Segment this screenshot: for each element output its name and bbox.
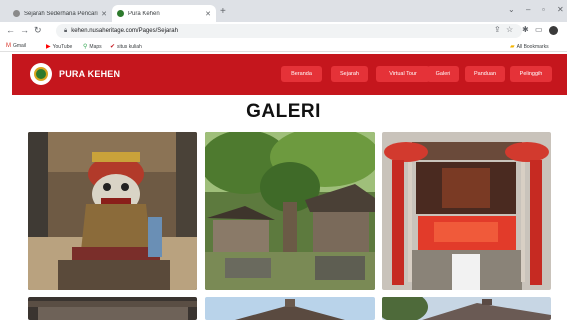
lock-icon: 🔒︎: [64, 27, 68, 34]
bookmarks-bar: M Gmail ▶ YouTube ⚲ Maps ✔ situs kuliah …: [0, 40, 567, 52]
tab-close-icon[interactable]: ✕: [205, 10, 211, 18]
address-bar[interactable]: 🔒︎ kehen.nusaheritage.com/Pages/Sejarah: [56, 24, 522, 38]
bookmark-situs-kuliah[interactable]: ✔ situs kuliah: [110, 43, 142, 51]
bookmark-maps[interactable]: ⚲ Maps: [83, 43, 102, 51]
address-url: kehen.nusaheritage.com/Pages/Sejarah: [71, 28, 178, 34]
tab-close-icon[interactable]: ✕: [101, 10, 107, 18]
new-tab-icon[interactable]: +: [220, 6, 226, 17]
all-bookmarks[interactable]: ▰ All Bookmarks: [510, 43, 549, 51]
maximize-icon[interactable]: ▫: [542, 5, 545, 14]
gallery-photo-temple-building[interactable]: [28, 297, 197, 320]
bookmark-youtube[interactable]: ▶ YouTube: [46, 43, 73, 51]
reload-icon[interactable]: ↻: [34, 25, 42, 36]
page-title: GALERI: [246, 101, 321, 122]
tab-favicon-icon: [13, 10, 20, 17]
checkmark-icon: ✔: [110, 44, 116, 50]
all-bookmarks-label: All Bookmarks: [516, 43, 549, 50]
bookmark-label: Maps: [89, 43, 102, 50]
nav-beranda[interactable]: Beranda: [281, 66, 322, 82]
profile-avatar[interactable]: [549, 26, 558, 35]
nav-virtual-tour[interactable]: Virtual Tour: [376, 66, 430, 82]
tab-search-icon[interactable]: ⌄: [508, 5, 515, 14]
tab-title: Pura Kehen: [128, 10, 160, 17]
bookmark-gmail[interactable]: M Gmail: [6, 43, 26, 49]
bookmark-label: YouTube: [52, 43, 73, 50]
bookmark-label: situs kuliah: [117, 43, 142, 50]
gallery-photo-barong-statue[interactable]: [28, 132, 197, 290]
bookmark-star-icon[interactable]: ☆: [506, 25, 513, 34]
gallery-photo-tiled-roof[interactable]: [382, 297, 551, 320]
browser-toolbar: ← → ↻ 🔒︎ kehen.nusaheritage.com/Pages/Se…: [0, 22, 567, 40]
nav-galeri[interactable]: Galeri: [427, 66, 459, 82]
maps-pin-icon: ⚲: [83, 44, 88, 50]
minimize-icon[interactable]: –: [526, 5, 530, 14]
nav-pelinggih[interactable]: Pelinggih: [510, 66, 552, 82]
close-window-icon[interactable]: ✕: [557, 5, 564, 14]
nav-sejarah[interactable]: Sejarah: [331, 66, 368, 82]
back-icon[interactable]: ←: [6, 25, 15, 35]
folder-icon: ▰: [510, 44, 515, 50]
logo-emblem-icon: [34, 67, 48, 81]
tab-title: Sejarah Sederhana Pencarian: [24, 10, 99, 17]
site-logo[interactable]: [30, 63, 52, 85]
youtube-icon: ▶: [46, 44, 51, 50]
browser-tabstrip: Sejarah Sederhana Pencarian ✕ Pura Kehen…: [0, 0, 567, 22]
nav-panduan[interactable]: Panduan: [465, 66, 505, 82]
gallery-photo-pagoda-roof[interactable]: [205, 297, 375, 320]
browser-tab-active[interactable]: Pura Kehen ✕: [112, 5, 216, 22]
forward-icon[interactable]: →: [20, 25, 29, 35]
side-panel-icon[interactable]: ▭: [535, 25, 543, 34]
gallery-photo-garden-shrines[interactable]: [205, 132, 375, 290]
site-brand[interactable]: PURA KEHEN: [59, 69, 120, 79]
share-icon[interactable]: ⇪: [494, 25, 501, 34]
browser-tab-inactive[interactable]: Sejarah Sederhana Pencarian ✕: [8, 5, 112, 22]
tab-favicon-icon: [117, 10, 124, 17]
bookmark-label: Gmail: [13, 43, 27, 49]
extensions-icon[interactable]: ✱: [522, 25, 529, 34]
gmail-icon: M: [6, 43, 11, 49]
site-header: PURA KEHEN Beranda Sejarah Virtual Tour …: [12, 54, 567, 95]
gallery-photo-red-shrine[interactable]: [382, 132, 551, 290]
